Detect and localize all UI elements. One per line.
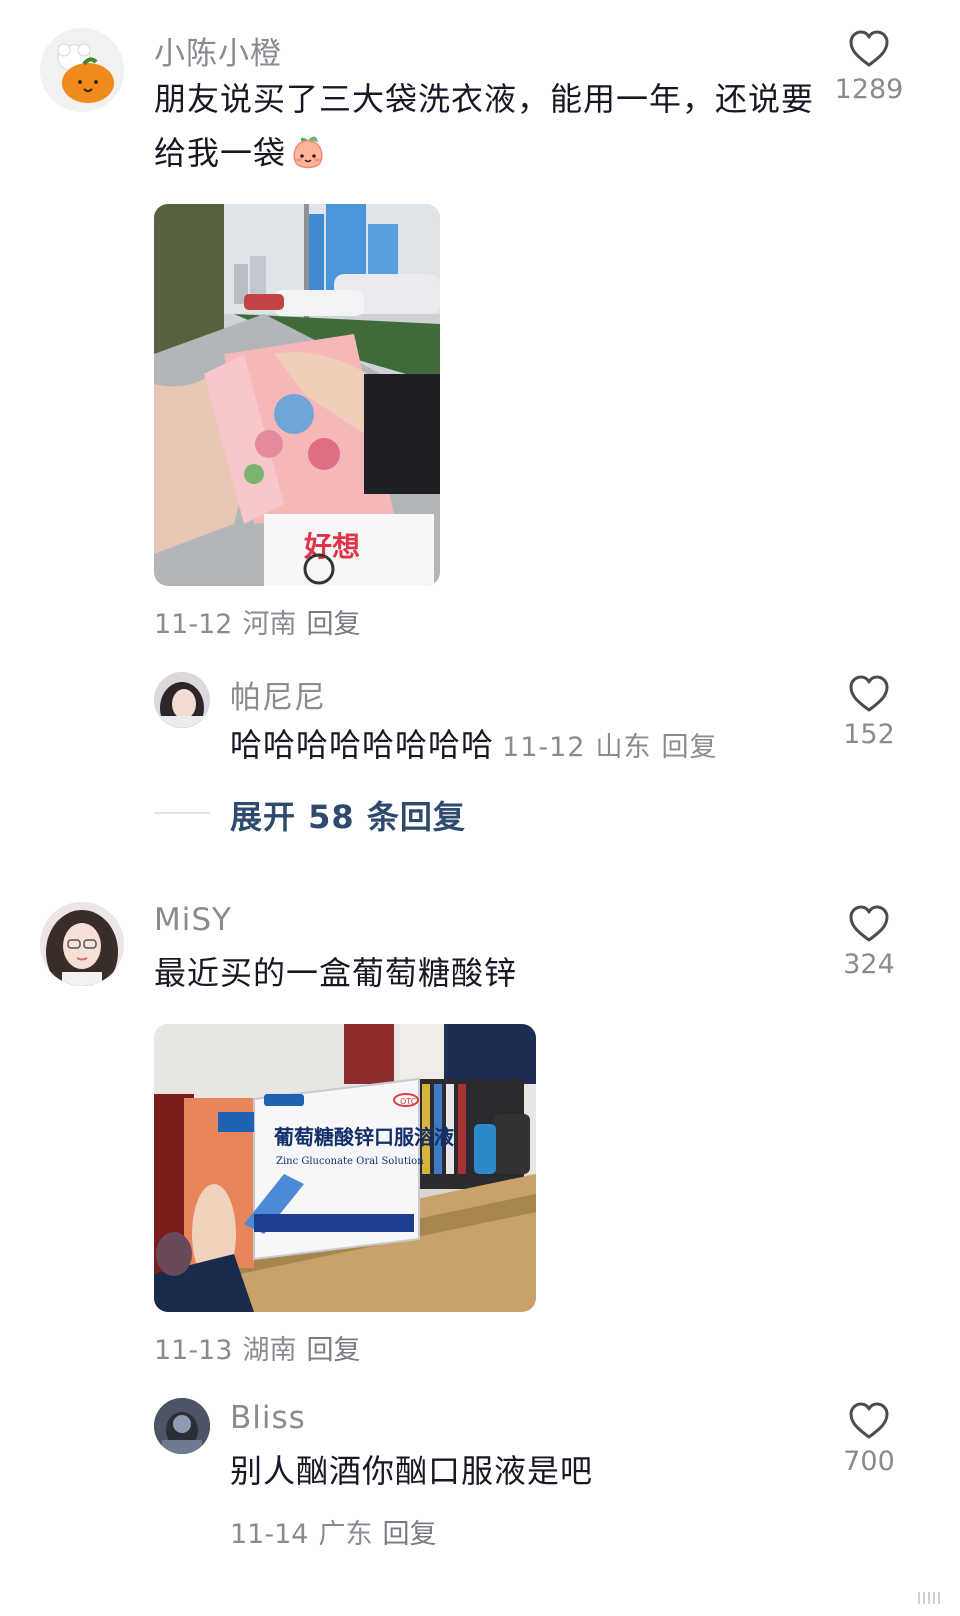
reply-button[interactable]: 回复 (661, 732, 717, 763)
username[interactable]: MiSY (154, 902, 232, 938)
peach-emoji (288, 132, 328, 172)
heart-icon (849, 1402, 889, 1439)
like-button[interactable]: 700 (824, 1402, 914, 1477)
box-subtitle: Zinc Gluconate Oral Solution (276, 1156, 424, 1167)
reply-button[interactable]: 回复 (306, 1335, 360, 1366)
avatar[interactable] (154, 672, 210, 728)
comment-text: 朋友说买了三大袋洗衣液，能用一年，还说要给我一袋 (154, 72, 814, 180)
comment-location: 湖南 (242, 1335, 297, 1366)
username[interactable]: 小陈小橙 (154, 28, 282, 73)
reply-text-content: 哈哈哈哈哈哈哈哈 (230, 726, 495, 764)
avatar[interactable] (40, 28, 124, 112)
reply-button[interactable]: 回复 (306, 609, 360, 640)
reply-location: 山东 (595, 732, 652, 763)
heart-icon (849, 30, 889, 67)
username[interactable]: Bliss (230, 1400, 306, 1436)
comment-date: 11-12 (154, 609, 233, 640)
heart-icon (849, 675, 889, 712)
expand-replies-button[interactable]: 展开 58 条回复 (230, 792, 466, 838)
reply-date: 11-12 (502, 732, 586, 763)
comment-photo[interactable]: 好想 (154, 204, 440, 586)
like-count: 700 (843, 1446, 895, 1477)
like-count: 1289 (834, 74, 904, 105)
reply-meta: 11-12 山东 回复 (502, 732, 727, 763)
box-title: 葡萄糖酸锌口服溶液 (273, 1125, 455, 1149)
like-button[interactable]: 152 (824, 675, 914, 750)
reply-text: 哈哈哈哈哈哈哈哈 11-12 山东 回复 (230, 718, 727, 775)
comment-date: 11-13 (154, 1335, 233, 1366)
scroll-indicator-icon (918, 1590, 948, 1606)
username[interactable]: 帕尼尼 (230, 672, 326, 717)
reply-meta: 11-14 广东 回复 (230, 1512, 446, 1551)
comment-location: 河南 (242, 609, 297, 640)
expand-divider (154, 812, 210, 814)
reply-date: 11-14 (230, 1519, 309, 1550)
otc-label: OTC (400, 1097, 417, 1106)
reply-text-content: 别人酗酒你酗口服液是吧 (230, 1452, 594, 1490)
comment-photo[interactable]: 葡萄糖酸锌口服溶液 Zinc Gluconate Oral Solution O… (154, 1024, 536, 1312)
avatar[interactable] (40, 902, 124, 986)
comment-text-content: 朋友说买了三大袋洗衣液，能用一年，还说要给我一袋 (154, 80, 815, 172)
comment-meta: 11-12 河南 回复 (154, 602, 370, 641)
comment-text: 最近买的一盒葡萄糖酸锌 (154, 946, 517, 1000)
like-count: 152 (843, 719, 895, 750)
heart-icon (849, 905, 889, 942)
comment-meta: 11-13 湖南 回复 (154, 1328, 370, 1367)
reply-text: 别人酗酒你酗口服液是吧 (230, 1444, 593, 1498)
like-button[interactable]: 324 (824, 905, 914, 980)
reply-location: 广东 (318, 1519, 373, 1550)
comment-text-content: 最近买的一盒葡萄糖酸锌 (154, 954, 518, 992)
like-button[interactable]: 1289 (824, 30, 914, 105)
like-count: 324 (843, 949, 895, 980)
reply-button[interactable]: 回复 (382, 1519, 436, 1550)
avatar[interactable] (154, 1398, 210, 1454)
